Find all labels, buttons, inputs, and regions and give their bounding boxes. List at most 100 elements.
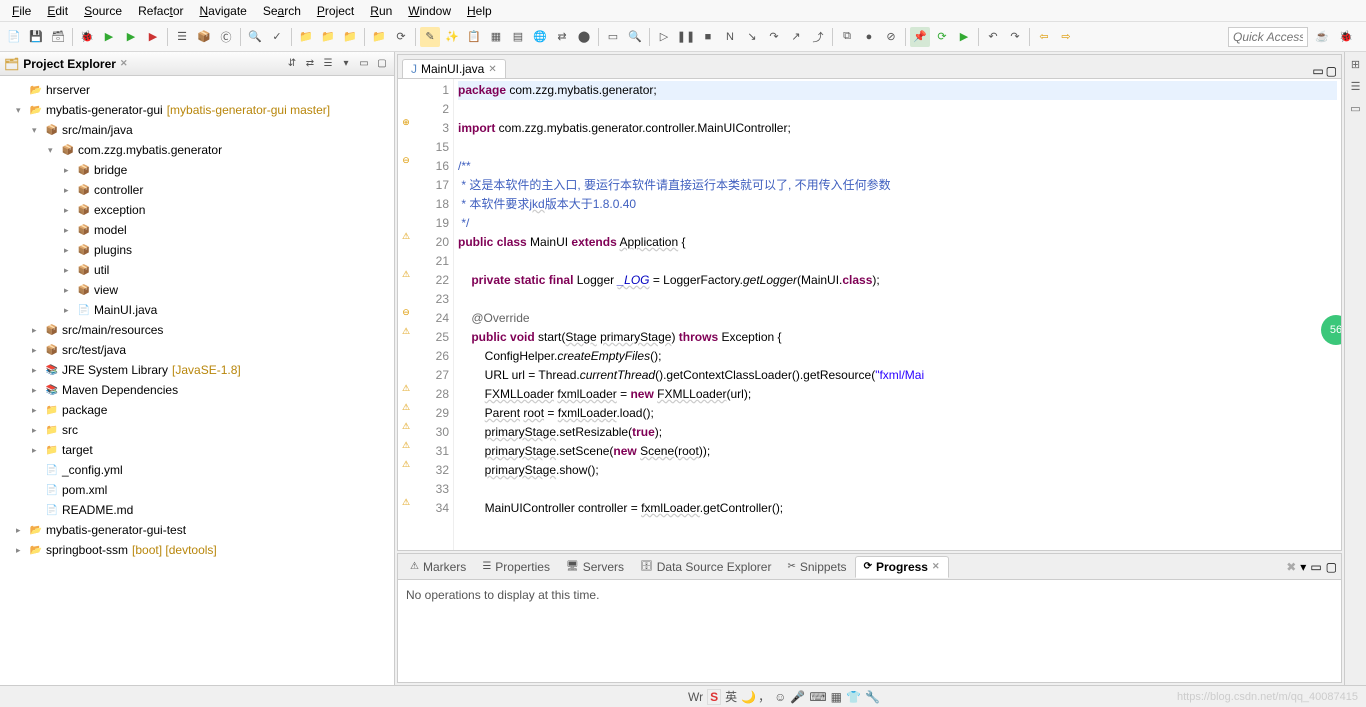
- tree-item[interactable]: ▸📦view: [0, 280, 394, 300]
- globe-icon[interactable]: 🌐: [530, 27, 550, 47]
- tree-item[interactable]: ▸📄MainUI.java: [0, 300, 394, 320]
- close-tab-icon[interactable]: ✕: [488, 64, 496, 75]
- tree-item[interactable]: ▸📂mybatis-generator-gui-test: [0, 520, 394, 540]
- bottom-tab-snippets[interactable]: ✂Snippets: [779, 557, 854, 577]
- new-package-icon[interactable]: 📦: [194, 27, 214, 47]
- coverage-icon[interactable]: ▶: [121, 27, 141, 47]
- pin-icon[interactable]: 📌: [910, 27, 930, 47]
- tree-item[interactable]: 📄_config.yml: [0, 460, 394, 480]
- run-icon[interactable]: ▶: [99, 27, 119, 47]
- tree-item[interactable]: ▸📚Maven Dependencies: [0, 380, 394, 400]
- editor-body[interactable]: ⊕⊖⚠⚠⊖⚠⚠⚠⚠⚠⚠⚠ 123151617181920212223242526…: [398, 79, 1341, 550]
- tree-item[interactable]: ▾📦com.zzg.mybatis.generator: [0, 140, 394, 160]
- paste-icon[interactable]: 📋: [464, 27, 484, 47]
- breakpoint-icon[interactable]: ●: [859, 27, 879, 47]
- sync-icon[interactable]: ⟳: [391, 27, 411, 47]
- tree-item[interactable]: ▸📦bridge: [0, 160, 394, 180]
- editor-minimize-icon[interactable]: ▭: [1312, 64, 1323, 78]
- folder-icon[interactable]: 📁: [296, 27, 316, 47]
- new-icon[interactable]: 📄: [4, 27, 24, 47]
- external-run-icon[interactable]: ▶: [143, 27, 163, 47]
- tree-item[interactable]: ▸📦exception: [0, 200, 394, 220]
- bottom-tab-properties[interactable]: ☰Properties: [474, 557, 558, 577]
- menu-window[interactable]: Window: [400, 2, 459, 20]
- tree-item[interactable]: ▸📦util: [0, 260, 394, 280]
- editor-maximize-icon[interactable]: ▢: [1326, 64, 1337, 78]
- menu-run[interactable]: Run: [362, 2, 400, 20]
- menu-refactor[interactable]: Refactor: [130, 2, 191, 20]
- tree-item[interactable]: ▸📦src/test/java: [0, 340, 394, 360]
- tree-item[interactable]: ▸📚JRE System Library[JavaSE-1.8]: [0, 360, 394, 380]
- tree-item[interactable]: ▸📦controller: [0, 180, 394, 200]
- outline-icon[interactable]: ⊞: [1348, 56, 1364, 72]
- task-list-icon[interactable]: ☰: [1348, 78, 1364, 94]
- pause-icon[interactable]: ❚❚: [676, 27, 696, 47]
- open-type-icon[interactable]: 🔍: [245, 27, 265, 47]
- black-circle-icon[interactable]: ⬤: [574, 27, 594, 47]
- tree-item[interactable]: ▸📦plugins: [0, 240, 394, 260]
- link-editor-icon[interactable]: ⇄: [302, 56, 318, 72]
- folder2-icon[interactable]: 📁: [318, 27, 338, 47]
- disconnect-icon[interactable]: N: [720, 27, 740, 47]
- bottom-maximize-icon[interactable]: ▢: [1326, 560, 1337, 574]
- tree-item[interactable]: ▸📁src: [0, 420, 394, 440]
- maximize-icon[interactable]: ▢: [374, 56, 390, 72]
- tree-item[interactable]: ▸📦model: [0, 220, 394, 240]
- step-into-icon[interactable]: ↘: [742, 27, 762, 47]
- tree-item[interactable]: ▸📁package: [0, 400, 394, 420]
- bottom-tab-data-source-explorer[interactable]: 🗄Data Source Explorer: [632, 557, 779, 577]
- tree-item[interactable]: ▸📂springboot-ssm[boot] [devtools]: [0, 540, 394, 560]
- menu-source[interactable]: Source: [76, 2, 130, 20]
- prev-edit-icon[interactable]: ↶: [983, 27, 1003, 47]
- bottom-minimize-icon[interactable]: ▭: [1310, 560, 1321, 574]
- stop-icon[interactable]: ■: [698, 27, 718, 47]
- layout-icon[interactable]: ▭: [603, 27, 623, 47]
- build-icon[interactable]: ☰: [172, 27, 192, 47]
- search2-icon[interactable]: 🔍: [625, 27, 645, 47]
- tree-item[interactable]: 📄README.md: [0, 500, 394, 520]
- bookmarks-icon[interactable]: ▭: [1348, 100, 1364, 116]
- tree-item[interactable]: 📂hrserver: [0, 80, 394, 100]
- menu-navigate[interactable]: Navigate: [191, 2, 254, 20]
- editor-tab-mainui[interactable]: J MainUI.java ✕: [402, 59, 506, 78]
- menu-edit[interactable]: Edit: [39, 2, 76, 20]
- tree-item[interactable]: ▾📂mybatis-generator-gui[mybatis-generato…: [0, 100, 394, 120]
- quick-access-input[interactable]: [1228, 27, 1308, 47]
- menu-file[interactable]: FFileile: [4, 2, 39, 20]
- save-all-icon[interactable]: 🗃: [48, 27, 68, 47]
- bottom-tab-markers[interactable]: ⚠Markers: [402, 557, 474, 577]
- tree-item[interactable]: ▸📁target: [0, 440, 394, 460]
- remove-all-icon[interactable]: ✖: [1286, 560, 1296, 574]
- collapse-all-icon[interactable]: ⇵: [284, 56, 300, 72]
- view-menu2-icon[interactable]: ▾: [1300, 560, 1306, 574]
- menu-search[interactable]: Search: [255, 2, 309, 20]
- view-menu-icon[interactable]: ▾: [338, 56, 354, 72]
- open-task-icon[interactable]: ✓: [267, 27, 287, 47]
- perspective-debug-icon[interactable]: 🐞: [1336, 27, 1356, 47]
- drop-frame-icon[interactable]: ⤴: [808, 27, 828, 47]
- menu-project[interactable]: Project: [309, 2, 362, 20]
- project-tree[interactable]: 📂hrserver▾📂mybatis-generator-gui[mybatis…: [0, 76, 394, 685]
- refresh-icon[interactable]: ⟳: [932, 27, 952, 47]
- folder3-icon[interactable]: 📁: [340, 27, 360, 47]
- table-icon[interactable]: ▦: [486, 27, 506, 47]
- close-view-icon[interactable]: ✕: [120, 58, 128, 69]
- step-return-icon[interactable]: ↗: [786, 27, 806, 47]
- highlight-icon[interactable]: ✎: [420, 27, 440, 47]
- bottom-tab-servers[interactable]: 🖥Servers: [558, 557, 632, 577]
- folder4-icon[interactable]: 📁: [369, 27, 389, 47]
- filter-icon[interactable]: ⧉: [837, 27, 857, 47]
- next-edit-icon[interactable]: ↷: [1005, 27, 1025, 47]
- grid-icon[interactable]: ▤: [508, 27, 528, 47]
- focus-icon[interactable]: ☰: [320, 56, 336, 72]
- new-class-icon[interactable]: Ⓒ: [216, 27, 236, 47]
- perspective-java-icon[interactable]: ☕: [1312, 27, 1332, 47]
- bottom-tab-progress[interactable]: ⟳Progress ✕: [855, 556, 949, 578]
- step-over-icon[interactable]: ↷: [764, 27, 784, 47]
- skip-icon[interactable]: ⊘: [881, 27, 901, 47]
- tree-item[interactable]: ▸📦src/main/resources: [0, 320, 394, 340]
- tree-item[interactable]: 📄pom.xml: [0, 480, 394, 500]
- tree-item[interactable]: ▾📦src/main/java: [0, 120, 394, 140]
- wand-icon[interactable]: ✨: [442, 27, 462, 47]
- play-icon[interactable]: ▶: [954, 27, 974, 47]
